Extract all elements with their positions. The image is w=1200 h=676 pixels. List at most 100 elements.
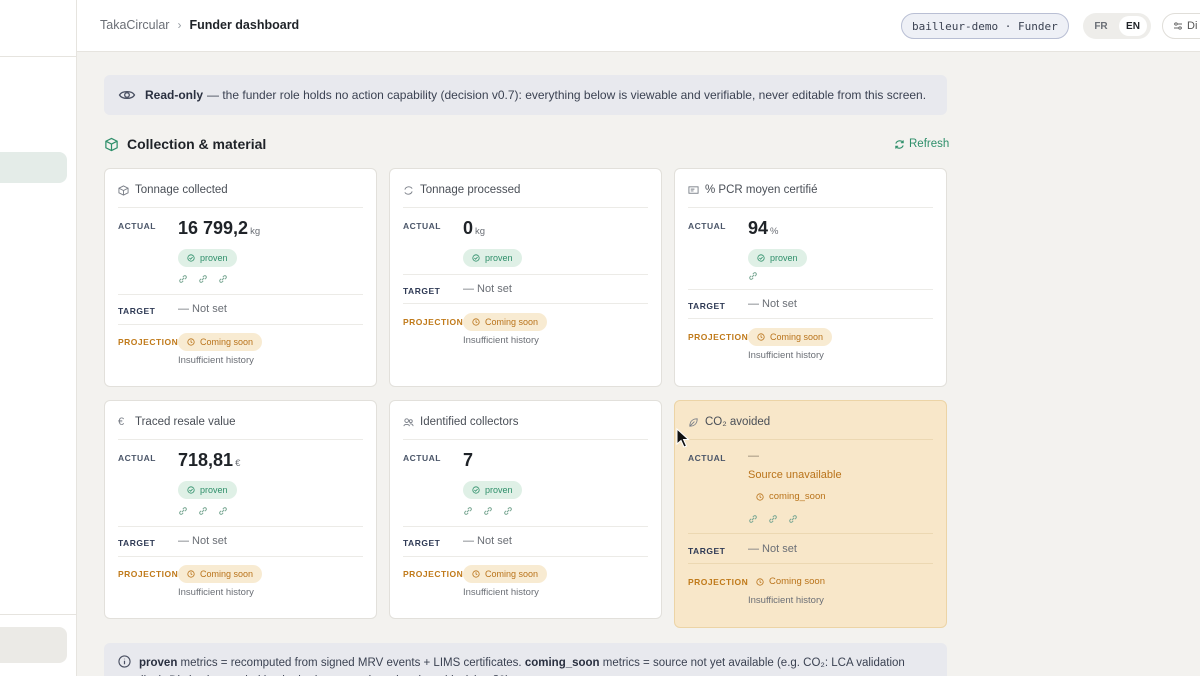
proven-badge: proven [463,249,522,267]
insufficient-history: Insufficient history [178,587,254,598]
metric-card-identified-collectors[interactable]: Identified collectors ACTUAL 7 proven TA… [389,400,662,619]
link-icon[interactable] [788,514,798,524]
link-icon[interactable] [218,506,228,516]
check-circle-icon [472,254,480,262]
proven-badge: proven [178,249,237,267]
metric-card-tonnage-collected[interactable]: Tonnage collected ACTUAL 16 799,2 kg prov… [104,168,377,387]
coming-soon-status: Coming soon [756,576,825,587]
metric-card-tonnage-processed[interactable]: Tonnage processed ACTUAL 0 kg proven TARG… [389,168,662,387]
actual-value: 16 799,2 kg [178,218,261,238]
card-title: Tonnage collected [118,184,228,196]
refresh-icon [404,185,413,195]
read-only-notice: Read-only — the funder role holds no act… [104,75,947,115]
insufficient-history: Insufficient history [748,350,824,361]
proven-badge: proven [748,249,807,267]
certificate-icon [688,185,699,194]
link-icon[interactable] [198,506,208,516]
actual-label: ACTUAL [403,453,441,463]
card-title-text: Tonnage collected [135,184,228,196]
link-icon[interactable] [218,274,228,284]
target-label: TARGET [688,546,726,556]
target-label: TARGET [118,306,156,316]
projection-label: PROJECTION [403,569,464,579]
clock-icon [187,338,195,346]
card-title-text: CO₂ avoided [705,416,771,428]
target-label: TARGET [403,286,441,296]
refresh-label: Refresh [909,138,950,150]
metric-card-traced-resale-value[interactable]: € Traced resale value ACTUAL 718,81 € pro… [104,400,377,619]
sidebar-divider [0,614,77,615]
actual-value: 0 kg [463,218,486,238]
check-circle-icon [187,254,195,262]
projection-label: PROJECTION [403,317,464,327]
card-title-text: % PCR moyen certifié [705,184,818,196]
clock-icon [472,318,480,326]
link-icon[interactable] [178,274,188,284]
link-icon[interactable] [463,506,473,516]
euro-icon: € [118,415,125,428]
insufficient-history: Insufficient history [463,587,539,598]
proven-term: proven [139,657,178,669]
check-circle-icon [187,486,195,494]
refresh-icon [895,139,904,149]
info-icon [118,655,131,668]
notice-strong: Read-only [145,88,204,102]
actual-value: 7 [463,450,474,470]
check-circle-icon [757,254,765,262]
metric-card-pcr-certified[interactable]: % PCR moyen certifié ACTUAL 94% proven T… [674,168,947,387]
coming-soon-badge: Coming soon [748,328,833,346]
sidebar [0,0,77,676]
insufficient-history: Insufficient history [748,595,824,606]
proven-badge: proven [178,481,237,499]
refresh-button[interactable]: Refresh [894,138,949,150]
link-icon[interactable] [198,274,208,284]
sidebar-item-bottom[interactable] [0,627,67,663]
target-label: TARGET [118,538,156,548]
proven-definition: metrics = recomputed from signed MRV eve… [177,657,525,669]
proof-links [178,506,228,516]
package-icon [118,184,129,196]
mouse-cursor-icon [676,428,690,448]
link-icon[interactable] [178,506,188,516]
projection-label: PROJECTION [118,337,179,347]
clock-icon [472,570,480,578]
link-icon[interactable] [748,271,758,281]
breadcrumb-root[interactable]: TakaCircular [100,18,169,32]
breadcrumb-current: Funder dashboard [189,18,300,32]
display-settings-label: Di [1187,20,1198,32]
package-icon [105,137,118,151]
insufficient-history: Insufficient history [463,335,539,346]
metrics-legend-note: proven metrics = recomputed from signed … [104,643,947,676]
lang-en-option[interactable]: EN [1119,16,1147,36]
coming-soon-status: coming_soon [756,491,826,502]
proof-links [178,274,228,284]
link-icon[interactable] [503,506,513,516]
notice-text: — the funder role holds no action capabi… [207,88,927,102]
card-title: € Traced resale value [118,416,236,428]
role-badge[interactable]: bailleur-demo · Funder [901,13,1069,39]
target-label: TARGET [688,301,726,311]
lang-fr-option[interactable]: FR [1087,16,1115,36]
top-header: TakaCircular › Funder dashboard bailleur… [77,0,1200,52]
display-settings-button[interactable]: Di [1162,13,1200,39]
card-title: Tonnage processed [403,184,520,196]
coming-soon-badge: Coming soon [178,333,263,351]
link-icon[interactable] [768,514,778,524]
proven-badge: proven [463,481,522,499]
actual-label: ACTUAL [688,221,726,231]
target-value: — Not set [748,298,797,310]
target-value: — Not set [463,535,512,547]
section-title-text: Collection & material [127,136,267,152]
proof-links [748,271,758,281]
target-value: — Not set [463,283,512,295]
leaf-icon [689,417,698,427]
source-unavailable: Source unavailable [748,469,842,481]
actual-value: — [748,450,759,462]
metric-card-co2-avoided[interactable]: CO₂ avoided ACTUAL — Source unavailable … [674,400,947,628]
projection-label: PROJECTION [688,332,749,342]
breadcrumb: TakaCircular › Funder dashboard [100,18,299,32]
sidebar-item-active[interactable] [0,152,67,183]
link-icon[interactable] [483,506,493,516]
actual-value: 718,81 € [178,450,241,470]
link-icon[interactable] [748,514,758,524]
